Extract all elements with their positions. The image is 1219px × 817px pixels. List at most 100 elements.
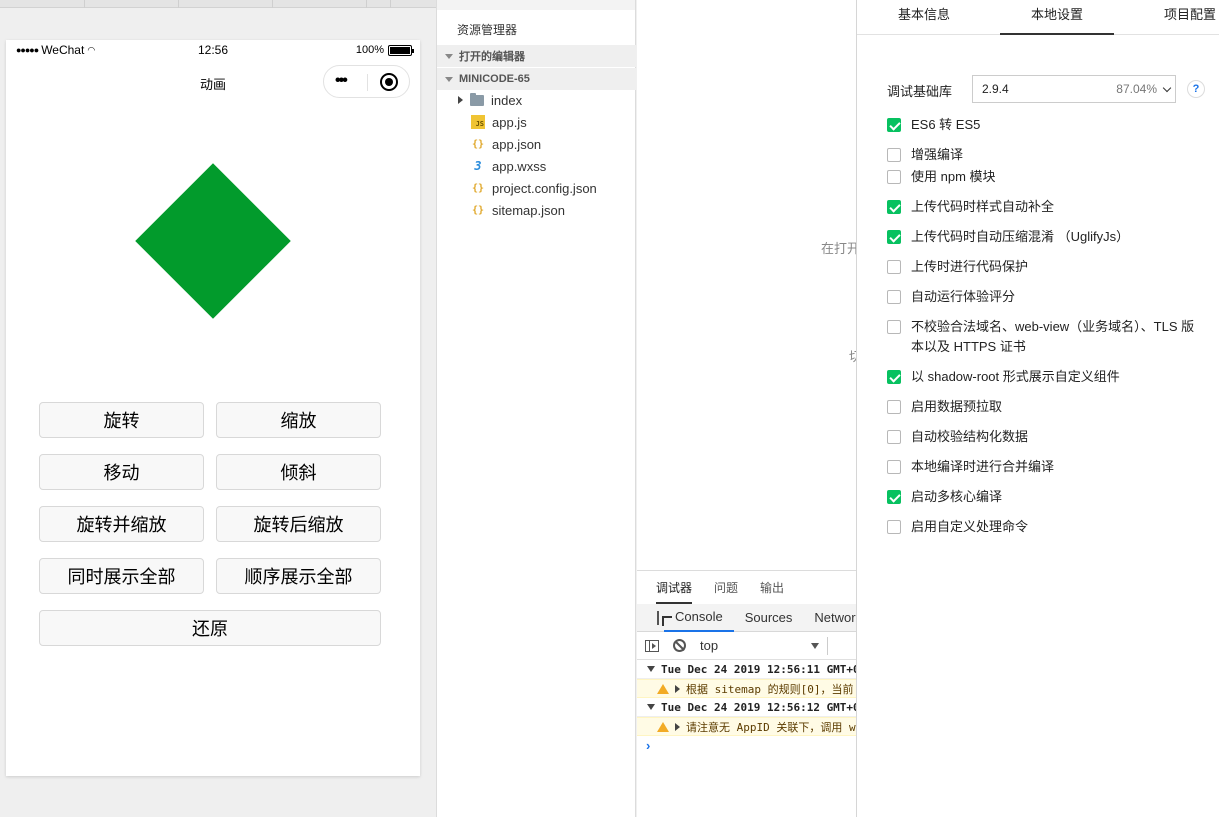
translate-button[interactable]: 移动 bbox=[39, 454, 204, 490]
project-settings-panel: 基本信息 本地设置 项目配置 调试基础库 2.9.4 87.04% ? ES6 … bbox=[856, 0, 1219, 817]
tab-local-settings[interactable]: 本地设置 bbox=[999, 4, 1115, 35]
option-code-protect[interactable]: 上传时进行代码保护 bbox=[887, 257, 1207, 277]
tab-console[interactable]: Console bbox=[664, 604, 734, 632]
checkbox[interactable] bbox=[887, 118, 901, 132]
open-editors-section[interactable]: 打开的编辑器 bbox=[437, 45, 636, 67]
checkbox[interactable] bbox=[887, 400, 901, 414]
log-group-header[interactable]: Tue Dec 24 2019 12:56:11 GMT+0800 bbox=[637, 660, 856, 679]
debugger-tabs: 调试器 问题 输出 bbox=[637, 571, 856, 604]
option-style-autoprefix[interactable]: 上传代码时样式自动补全 bbox=[887, 197, 1207, 217]
checkbox[interactable] bbox=[887, 490, 901, 504]
checkbox[interactable] bbox=[887, 148, 901, 162]
chevron-right-icon bbox=[458, 96, 463, 104]
css-file-icon: 3 bbox=[474, 159, 482, 173]
base-library-version: 2.9.4 bbox=[982, 82, 1009, 96]
option-multicore-compile[interactable]: 启动多核心编译 bbox=[887, 487, 1207, 507]
option-es6-to-es5[interactable]: ES6 转 ES5 bbox=[887, 115, 1207, 135]
option-enhanced-compile[interactable]: 增强编译 bbox=[887, 145, 1207, 165]
checkbox[interactable] bbox=[887, 200, 901, 214]
tree-item-app-js[interactable]: JS app.js bbox=[471, 111, 527, 133]
chevron-right-icon bbox=[675, 684, 680, 693]
option-custom-commands[interactable]: 启用自定义处理命令 bbox=[887, 517, 1207, 537]
editor-empty-hint-2: 切 bbox=[849, 349, 856, 364]
simulator-panel: ●●●●● WeChat ◠ 12:56 100% 动画 ••• 旋转 缩放 移… bbox=[0, 0, 436, 817]
clear-console-icon[interactable] bbox=[673, 639, 686, 652]
debugger-panel: 调试器 问题 输出 Console Sources Network top Tu… bbox=[637, 570, 856, 817]
base-library-label: 调试基础库 bbox=[887, 84, 953, 99]
option-uglify[interactable]: 上传代码时自动压缩混淆 （UglifyJs） bbox=[887, 227, 1207, 247]
console-prompt[interactable]: › bbox=[637, 736, 856, 753]
close-miniprogram-icon[interactable] bbox=[380, 73, 398, 91]
json-file-icon: {} bbox=[471, 182, 485, 194]
tab-project-config[interactable]: 项目配置 bbox=[1164, 4, 1216, 23]
chevron-down-icon bbox=[445, 76, 453, 82]
tree-item-project-config[interactable]: {} project.config.json bbox=[471, 177, 597, 199]
explorer-title: 资源管理器 bbox=[457, 23, 518, 37]
tree-item-app-wxss[interactable]: 3 app.wxss bbox=[471, 155, 546, 177]
checkbox[interactable] bbox=[887, 520, 901, 534]
rotate-then-scale-button[interactable]: 旋转后缩放 bbox=[216, 506, 381, 542]
rotate-button[interactable]: 旋转 bbox=[39, 402, 204, 438]
inspect-element-icon[interactable] bbox=[657, 610, 659, 625]
log-warning[interactable]: 根据 sitemap 的规则[0]，当前 bbox=[637, 679, 856, 698]
checkbox[interactable] bbox=[887, 260, 901, 274]
console-toolbar: top bbox=[637, 632, 856, 660]
log-group-header[interactable]: Tue Dec 24 2019 12:56:12 GMT+0800 bbox=[637, 698, 856, 717]
checkbox[interactable] bbox=[887, 230, 901, 244]
checkbox[interactable] bbox=[887, 320, 901, 334]
chevron-down-icon bbox=[445, 53, 453, 59]
reset-button[interactable]: 还原 bbox=[39, 610, 381, 646]
json-file-icon: {} bbox=[471, 138, 485, 150]
rotate-and-scale-button[interactable]: 旋转并缩放 bbox=[39, 506, 204, 542]
status-bar: ●●●●● WeChat ◠ 12:56 100% bbox=[6, 40, 420, 60]
tab-problems[interactable]: 问题 bbox=[714, 579, 738, 596]
option-skip-domain-check[interactable]: 不校验合法域名、web-view（业务域名）、TLS 版本以及 HTTPS 证书 bbox=[887, 317, 1207, 357]
tab-output[interactable]: 输出 bbox=[760, 579, 784, 596]
chevron-down-icon bbox=[811, 642, 819, 649]
more-icon[interactable]: ••• bbox=[335, 73, 348, 89]
tree-item-index[interactable]: index bbox=[458, 89, 522, 111]
battery-percent: 100% bbox=[355, 44, 384, 56]
tab-network[interactable]: Network bbox=[803, 604, 856, 632]
checkbox[interactable] bbox=[887, 430, 901, 444]
checkbox[interactable] bbox=[887, 460, 901, 474]
tree-item-app-json[interactable]: {} app.json bbox=[471, 133, 541, 155]
tree-item-sitemap[interactable]: {} sitemap.json bbox=[471, 199, 565, 221]
option-shadow-root[interactable]: 以 shadow-root 形式展示自定义组件 bbox=[887, 367, 1207, 387]
file-explorer: 资源管理器 打开的编辑器 MINICODE-65 index JS app.js… bbox=[436, 0, 636, 817]
tab-sources[interactable]: Sources bbox=[734, 604, 804, 632]
option-npm-modules[interactable]: 使用 npm 模块 bbox=[887, 167, 1207, 187]
chevron-down-icon bbox=[1162, 83, 1172, 93]
all-at-once-button[interactable]: 同时展示全部 bbox=[39, 558, 204, 594]
option-merge-compile[interactable]: 本地编译时进行合并编译 bbox=[887, 457, 1207, 477]
help-icon[interactable]: ? bbox=[1187, 80, 1205, 98]
scale-button[interactable]: 缩放 bbox=[216, 402, 381, 438]
editor-empty-hint: 在打开 bbox=[821, 241, 856, 256]
all-in-sequence-button[interactable]: 顺序展示全部 bbox=[216, 558, 381, 594]
show-sidebar-icon[interactable] bbox=[645, 639, 659, 652]
editor-area: 在打开 切 bbox=[637, 0, 856, 570]
expand-icon bbox=[647, 666, 655, 672]
base-library-percent: 87.04% bbox=[1116, 82, 1157, 96]
settings-tabs: 基本信息 本地设置 项目配置 bbox=[857, 0, 1219, 35]
context-select[interactable]: top bbox=[700, 636, 828, 655]
folder-icon bbox=[470, 92, 484, 106]
tab-basic-info[interactable]: 基本信息 bbox=[898, 4, 950, 23]
checkbox[interactable] bbox=[887, 370, 901, 384]
option-structured-data[interactable]: 自动校验结构化数据 bbox=[887, 427, 1207, 447]
option-auto-audit[interactable]: 自动运行体验评分 bbox=[887, 287, 1207, 307]
phone-screen: ●●●●● WeChat ◠ 12:56 100% 动画 ••• 旋转 缩放 移… bbox=[6, 40, 420, 776]
warning-icon bbox=[657, 721, 669, 732]
skew-button[interactable]: 倾斜 bbox=[216, 454, 381, 490]
warning-icon bbox=[657, 683, 669, 694]
chevron-right-icon bbox=[675, 722, 680, 731]
base-library-select[interactable]: 2.9.4 87.04% bbox=[972, 75, 1176, 103]
animated-shape bbox=[135, 163, 291, 319]
capsule-menu[interactable]: ••• bbox=[323, 65, 410, 98]
tab-debugger[interactable]: 调试器 bbox=[656, 579, 693, 604]
checkbox[interactable] bbox=[887, 170, 901, 184]
project-section[interactable]: MINICODE-65 bbox=[437, 68, 636, 90]
option-data-prefetch[interactable]: 启用数据预拉取 bbox=[887, 397, 1207, 417]
checkbox[interactable] bbox=[887, 290, 901, 304]
log-warning[interactable]: 请注意无 AppID 关联下，调用 wx bbox=[637, 717, 856, 736]
